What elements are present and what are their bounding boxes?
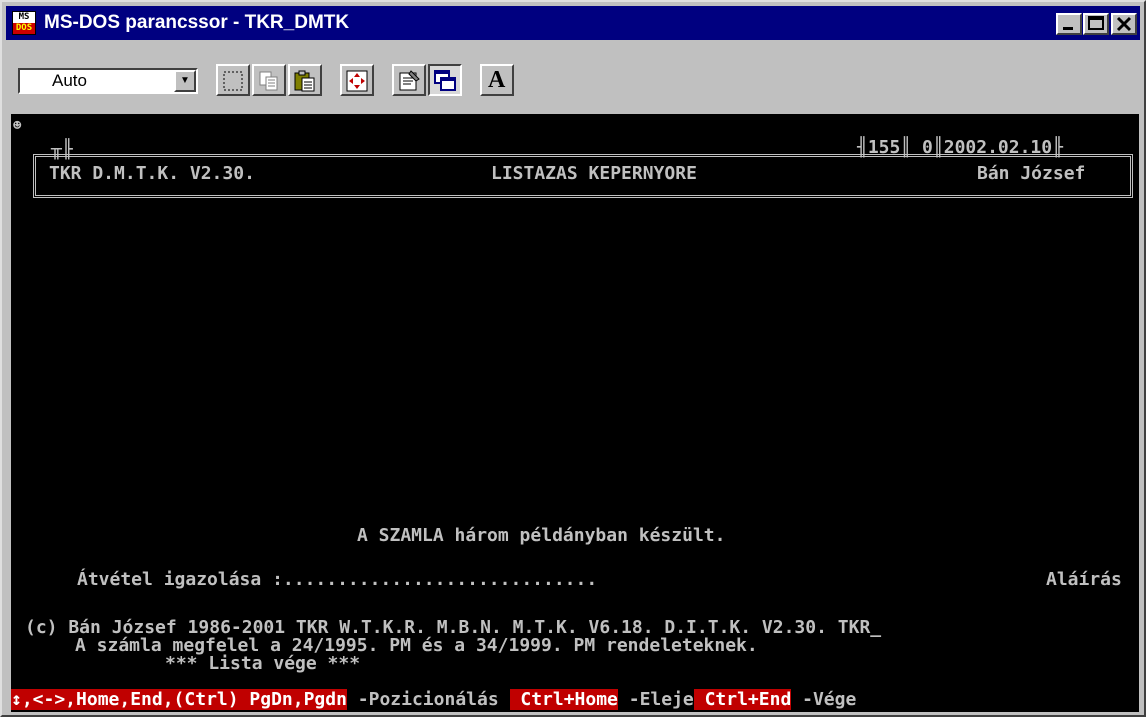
- header-date: 2002.02.10: [943, 137, 1053, 158]
- header-counters: ╢155║ 0║2002.02.10╟: [857, 137, 1063, 158]
- status-bar: ↕,<->,Home,End,(Ctrl) PgDn,Pgdn -Pozicio…: [11, 688, 1139, 712]
- receipt-label: Átvétel igazolása :.....................…: [77, 569, 598, 590]
- paste-icon: [294, 70, 315, 92]
- font-button[interactable]: A: [480, 64, 514, 96]
- mark-button[interactable]: [216, 64, 250, 96]
- user-name: Bán József: [977, 163, 1086, 184]
- status-keys-end: Ctrl+End: [693, 689, 792, 710]
- msdos-window: MS DOS MS-DOS parancssor - TKR_DMTK Auto…: [0, 0, 1146, 717]
- background-icon: [434, 70, 456, 91]
- paste-button[interactable]: [288, 64, 322, 96]
- background-button[interactable]: [428, 64, 462, 96]
- chevron-down-icon[interactable]: ▼: [174, 70, 196, 92]
- frame-tick-left: ╥╟: [51, 139, 73, 160]
- maximize-button[interactable]: [1083, 13, 1109, 35]
- properties-icon: [399, 70, 420, 91]
- status-action-position: -Pozicionálás: [346, 689, 510, 710]
- close-button[interactable]: [1111, 13, 1137, 35]
- font-icon: A: [488, 67, 506, 93]
- status-action-end: -Vége: [791, 689, 857, 710]
- title-bar[interactable]: MS DOS MS-DOS parancssor - TKR_DMTK: [6, 6, 1140, 40]
- font-size-value: Auto: [52, 71, 87, 90]
- list-end: *** Lista vége ***: [165, 653, 361, 674]
- app-icon-bottom: DOS: [13, 23, 35, 34]
- status-keys-position: ↕,<->,Home,End,(Ctrl) PgDn,Pgdn: [11, 689, 347, 710]
- console-screen[interactable]: ☻ ╥╟ ╢155║ 0║2002.02.10╟ TKR D.M.T.K. V2…: [11, 114, 1139, 712]
- cursor-smiley: ☻: [13, 118, 22, 134]
- minimize-button[interactable]: [1056, 13, 1082, 35]
- msdos-app-icon[interactable]: MS DOS: [12, 11, 36, 35]
- status-keys-home: Ctrl+Home: [509, 689, 618, 710]
- copy-icon: [259, 71, 278, 91]
- counter-2: 0: [922, 137, 933, 158]
- toolbar: Auto ▼ A: [6, 42, 1140, 112]
- screen-title: LISTAZAS KEPERNYORE: [491, 163, 697, 184]
- mark-icon: [223, 71, 243, 91]
- fullscreen-button[interactable]: [340, 64, 374, 96]
- status-action-home: -Eleje: [617, 689, 694, 710]
- app-icon-top: MS: [18, 12, 30, 22]
- fullscreen-icon: [346, 70, 368, 92]
- minimize-icon: [1063, 27, 1073, 30]
- app-name: TKR D.M.T.K. V2.30.: [49, 163, 255, 184]
- copy-button[interactable]: [252, 64, 286, 96]
- counter-1: 155: [867, 137, 901, 158]
- properties-button[interactable]: [392, 64, 426, 96]
- font-size-select[interactable]: Auto ▼: [18, 68, 198, 94]
- close-icon: [1116, 16, 1132, 32]
- maximize-icon: [1088, 16, 1104, 30]
- invoice-note: A SZAMLA három példányban készült.: [357, 525, 726, 546]
- window-title: MS-DOS parancssor - TKR_DMTK: [44, 12, 350, 33]
- signature-label: Aláírás: [1046, 569, 1122, 590]
